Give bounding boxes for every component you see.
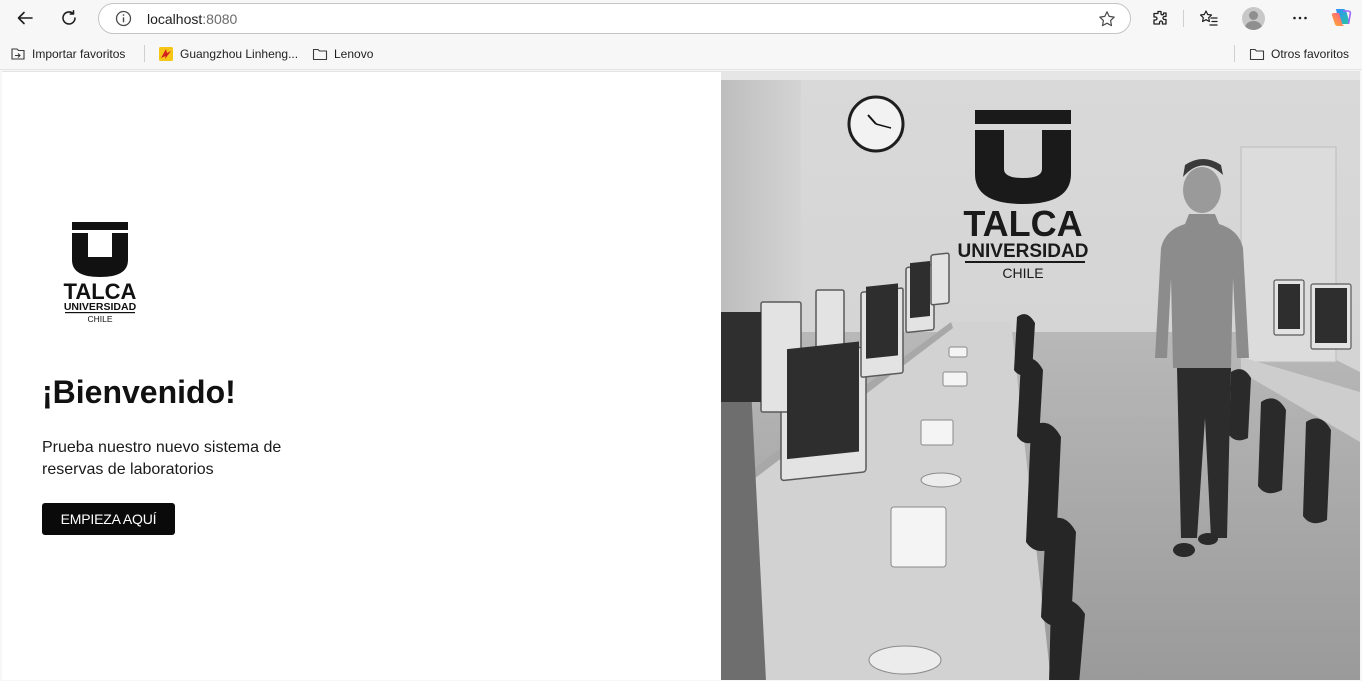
logo-line-2: UNIVERSIDAD <box>64 301 137 313</box>
start-button[interactable]: EMPIEZA AQUÍ <box>42 503 175 535</box>
bookmark-label: Importar favoritos <box>32 47 126 61</box>
toolbar-separator <box>1183 10 1184 27</box>
bookmark-label: Lenovo <box>334 47 374 61</box>
extensions-icon[interactable] <box>1145 4 1175 32</box>
wall-logo-line-2: UNIVERSIDAD <box>958 241 1089 262</box>
bookmarks-bar: Importar favoritos Guangzhou Linheng... … <box>0 37 1362 70</box>
hero-image: TALCA UNIVERSIDAD CHILE <box>721 72 1360 680</box>
bookmark-otros-favoritos[interactable]: Otros favoritos <box>1249 45 1349 63</box>
url-text[interactable]: localhost:8080 <box>147 11 237 27</box>
reload-icon[interactable] <box>54 4 84 32</box>
bookmark-label: Guangzhou Linheng... <box>180 47 299 61</box>
university-logo: TALCA UNIVERSIDAD CHILE <box>64 222 137 324</box>
bookmarks-separator <box>1234 45 1235 62</box>
page-title: ¡Bienvenido! <box>42 374 236 410</box>
page-viewport: TALCA UNIVERSIDAD CHILE ¡Bienvenido! Pru… <box>2 71 1360 680</box>
computer-lab-photo: TALCA UNIVERSIDAD CHILE <box>721 72 1360 680</box>
profile-avatar-icon[interactable] <box>1242 7 1265 30</box>
browser-toolbar: localhost:8080 <box>0 0 1362 37</box>
site-favicon-icon <box>159 47 173 61</box>
more-icon[interactable] <box>1285 4 1315 32</box>
bookmark-importar-favoritos[interactable]: Importar favoritos <box>10 45 125 63</box>
import-icon <box>11 48 25 60</box>
wall-logo-line-3: CHILE <box>1002 265 1043 281</box>
favorites-icon[interactable] <box>1194 4 1224 32</box>
clock-icon <box>847 95 905 153</box>
bookmark-label: Otros favoritos <box>1271 47 1350 61</box>
wall-logo-line-1: TALCA <box>963 203 1082 244</box>
bookmark-lenovo[interactable]: Lenovo <box>312 45 373 63</box>
folder-icon <box>1249 48 1265 61</box>
star-icon[interactable] <box>1098 10 1116 28</box>
logo-line-3: CHILE <box>87 314 112 324</box>
copilot-icon[interactable] <box>1330 7 1353 30</box>
folder-icon <box>312 48 328 61</box>
welcome-panel: TALCA UNIVERSIDAD CHILE ¡Bienvenido! Pru… <box>2 72 721 680</box>
url-host: localhost <box>147 11 203 27</box>
url-port: :8080 <box>202 11 238 27</box>
page-subtitle: Prueba nuestro nuevo sistema de reservas… <box>42 439 282 478</box>
address-bar[interactable]: localhost:8080 <box>98 3 1131 34</box>
bookmark-guangzhou[interactable]: Guangzhou Linheng... <box>158 45 298 63</box>
back-arrow-icon[interactable] <box>10 4 40 32</box>
bookmarks-separator <box>144 45 145 62</box>
site-info-icon[interactable] <box>115 10 132 27</box>
